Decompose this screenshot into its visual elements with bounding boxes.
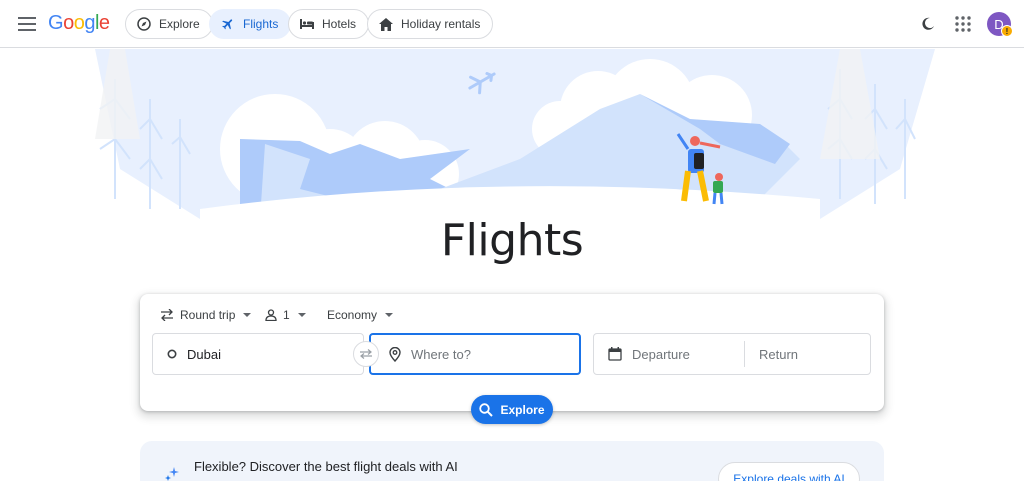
trip-type-value: Round trip <box>180 308 236 322</box>
page-title: Flights <box>440 215 584 266</box>
destination-field[interactable]: Where to? <box>369 333 581 375</box>
logo-letter: G <box>48 12 64 34</box>
origin-circle-icon <box>167 349 177 359</box>
chevron-down-icon <box>385 313 394 317</box>
origin-value: Dubai <box>187 346 221 362</box>
flight-search-card: Round trip 1 Economy Dubai Where to? Dep… <box>140 294 884 411</box>
passengers-value: 1 <box>283 308 290 322</box>
tab-holiday-rentals-label: Holiday rentals <box>401 17 481 31</box>
explore-deals-ai-button[interactable]: Explore deals with AI <box>718 462 860 481</box>
chevron-down-icon <box>297 313 306 317</box>
top-app-bar: Google Explore Flights Hotels Holiday re… <box>0 0 1024 48</box>
logo-letter: g <box>84 12 95 34</box>
tab-explore-label: Explore <box>159 17 200 31</box>
ai-deals-banner: Flexible? Discover the best flight deals… <box>140 441 884 481</box>
sparkle-icon <box>164 467 180 481</box>
tab-hotels-label: Hotels <box>322 17 357 31</box>
airplane-icon <box>220 16 236 32</box>
cabin-class-select[interactable]: Economy <box>327 305 394 325</box>
origin-field[interactable]: Dubai <box>152 333 364 375</box>
search-icon <box>479 402 494 417</box>
main-menu-icon[interactable] <box>14 12 40 36</box>
chevron-down-icon <box>243 313 252 317</box>
tab-holiday-rentals[interactable]: Holiday rentals <box>367 9 494 39</box>
destination-placeholder: Where to? <box>411 346 471 362</box>
location-pin-icon <box>389 346 401 362</box>
bed-icon <box>299 16 315 32</box>
mountain-scene-illustration <box>95 49 935 229</box>
passengers-select[interactable]: 1 <box>265 305 306 325</box>
google-logo[interactable]: Google <box>48 12 110 35</box>
hero-illustration <box>0 49 1024 229</box>
logo-letter: o <box>73 12 85 34</box>
date-divider <box>744 341 745 367</box>
tab-explore[interactable]: Explore <box>125 9 213 39</box>
dark-mode-icon[interactable] <box>916 12 940 36</box>
logo-letter: o <box>63 12 74 34</box>
return-placeholder[interactable]: Return <box>759 347 798 362</box>
person-icon <box>265 309 277 321</box>
swap-origin-destination-icon[interactable] <box>353 341 379 367</box>
explore-search-button[interactable]: Explore <box>471 395 553 424</box>
explore-button-label: Explore <box>500 402 545 417</box>
swap-arrows-icon <box>160 309 174 321</box>
tab-flights-label: Flights <box>243 17 279 31</box>
account-alert-badge: ! <box>1001 25 1013 37</box>
cabin-class-value: Economy <box>327 308 378 322</box>
trip-type-select[interactable]: Round trip <box>160 305 252 325</box>
tab-hotels[interactable]: Hotels <box>288 9 370 39</box>
explore-icon <box>136 16 152 32</box>
home-icon <box>378 16 394 32</box>
tab-flights[interactable]: Flights <box>209 9 292 39</box>
apps-grid-icon[interactable] <box>951 12 975 36</box>
dates-field[interactable]: Departure Return <box>593 333 871 375</box>
logo-letter: e <box>98 12 110 34</box>
ai-banner-text: Flexible? Discover the best flight deals… <box>194 459 458 474</box>
departure-placeholder[interactable]: Departure <box>632 347 747 362</box>
calendar-icon <box>608 347 622 361</box>
